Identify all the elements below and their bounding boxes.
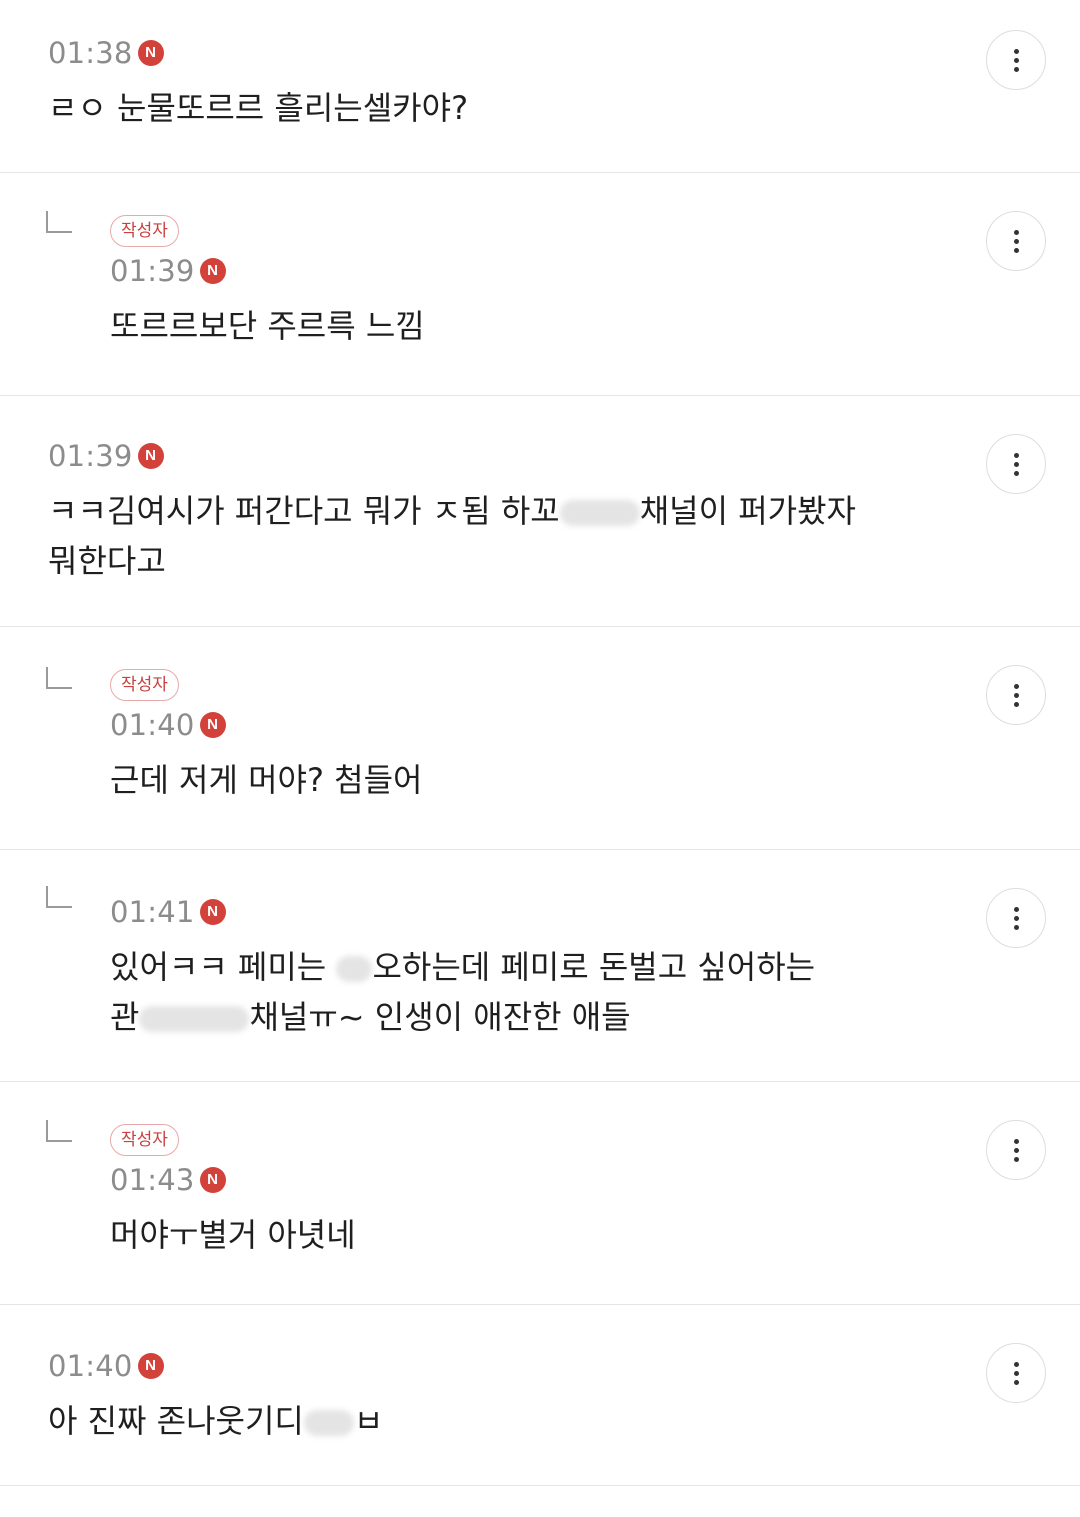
comment-text: 근데 저게 머야? 첨들어 (110, 761, 423, 799)
comment-meta: 01:41 N (110, 892, 930, 932)
reply-arrow-icon (46, 886, 72, 908)
comment-meta: 01:40 N (48, 1346, 930, 1386)
reply-arrow-icon (46, 667, 72, 689)
comment-list: 01:38 N ㄹㅇ 눈물또르르 흘리는셀카야? 작성자 01:39 N 또르르… (0, 0, 1080, 1486)
more-options-button[interactable] (986, 888, 1046, 948)
comment-body: 01:38 N ㄹㅇ 눈물또르르 흘리는셀카야? (48, 33, 930, 133)
comment-body: 작성자 01:39 N 또르르보단 주르륵 느낌 (110, 215, 930, 351)
reply-arrow-icon (46, 1120, 72, 1142)
comment-meta: 01:43 N (110, 1160, 930, 1200)
more-vertical-icon (1013, 1138, 1019, 1144)
new-badge-icon: N (137, 443, 164, 469)
comment-meta: 01:39 N (110, 251, 930, 291)
blurred-text (336, 956, 373, 982)
blurred-text (303, 1410, 354, 1436)
comment-reply-item: 01:41 N 있어ㅋㅋ 페미는 오하는데 페미로 돈벌고 싶어하는 관 채널ㅠ~ … (0, 850, 1080, 1082)
more-options-button[interactable] (986, 1120, 1046, 1180)
comment-body: 01:41 N 있어ㅋㅋ 페미는 오하는데 페미로 돈벌고 싶어하는 관 채널ㅠ~ … (110, 892, 930, 1042)
new-badge-icon: N (199, 258, 226, 284)
comment-timestamp: 01:38 (48, 36, 133, 70)
more-options-button[interactable] (986, 665, 1046, 725)
comment-text: ㅋㅋ김여시가 퍼간다고 뭐가 ㅈ됨 하꼬 채널이 퍼가봤자 뭐한다고 (48, 492, 856, 580)
comment-body: 작성자 01:40 N 근데 저게 머야? 첨들어 (110, 669, 930, 805)
comment-body: 01:40 N 아 진짜 존나웃기디 ㅂ (48, 1346, 930, 1446)
more-options-button[interactable] (986, 1343, 1046, 1403)
new-badge-icon: N (199, 899, 226, 925)
comment-reply-item: 작성자 01:39 N 또르르보단 주르륵 느낌 (0, 173, 1080, 396)
new-badge-icon: N (137, 1353, 164, 1379)
comment-item: 01:40 N 아 진짜 존나웃기디 ㅂ (0, 1305, 1080, 1486)
comment-text: ㄹㅇ 눈물또르르 흘리는셀카야? (48, 89, 469, 127)
comment-text: 또르르보단 주르륵 느낌 (110, 307, 425, 345)
comment-timestamp: 01:41 (110, 895, 195, 929)
comment-item: 01:39 N ㅋㅋ김여시가 퍼간다고 뭐가 ㅈ됨 하꼬 채널이 퍼가봤자 뭐한다고 (0, 396, 1080, 627)
comment-timestamp: 01:39 (48, 439, 133, 473)
reply-arrow-icon (46, 211, 72, 233)
author-badge: 작성자 (110, 1124, 179, 1156)
comment-timestamp: 01:40 (48, 1349, 133, 1383)
comment-timestamp: 01:40 (110, 708, 195, 742)
more-vertical-icon (1013, 1361, 1019, 1367)
comment-text: 머야ㅜ별거 아녓네 (110, 1216, 356, 1254)
more-options-button[interactable] (986, 434, 1046, 494)
comment-body: 01:39 N ㅋㅋ김여시가 퍼간다고 뭐가 ㅈ됨 하꼬 채널이 퍼가봤자 뭐한다고 (48, 436, 910, 586)
more-vertical-icon (1013, 229, 1019, 235)
more-options-button[interactable] (986, 30, 1046, 90)
blurred-text (559, 500, 640, 526)
more-vertical-icon (1013, 683, 1019, 689)
comment-text: 아 진짜 존나웃기디 ㅂ (48, 1402, 384, 1440)
more-vertical-icon (1013, 452, 1019, 458)
new-badge-icon: N (199, 1167, 226, 1193)
comment-meta: 01:40 N (110, 705, 930, 745)
new-badge-icon: N (199, 712, 226, 738)
comment-body: 작성자 01:43 N 머야ㅜ별거 아녓네 (110, 1124, 930, 1260)
comment-text: 있어ㅋㅋ 페미는 오하는데 페미로 돈벌고 싶어하는 관 채널ㅠ~ 인생이 애잔한 … (110, 948, 816, 1036)
comment-timestamp: 01:39 (110, 254, 195, 288)
comment-meta: 01:38 N (48, 33, 930, 73)
more-vertical-icon (1013, 48, 1019, 54)
more-vertical-icon (1013, 906, 1019, 912)
more-options-button[interactable] (986, 211, 1046, 271)
author-badge: 작성자 (110, 669, 179, 701)
comment-reply-item: 작성자 01:40 N 근데 저게 머야? 첨들어 (0, 627, 1080, 850)
author-badge: 작성자 (110, 215, 179, 247)
comment-item: 01:38 N ㄹㅇ 눈물또르르 흘리는셀카야? (0, 0, 1080, 173)
comment-reply-item: 작성자 01:43 N 머야ㅜ별거 아녓네 (0, 1082, 1080, 1305)
blurred-text (139, 1006, 250, 1032)
comment-meta: 01:39 N (48, 436, 910, 476)
new-badge-icon: N (137, 40, 164, 66)
comment-timestamp: 01:43 (110, 1163, 195, 1197)
